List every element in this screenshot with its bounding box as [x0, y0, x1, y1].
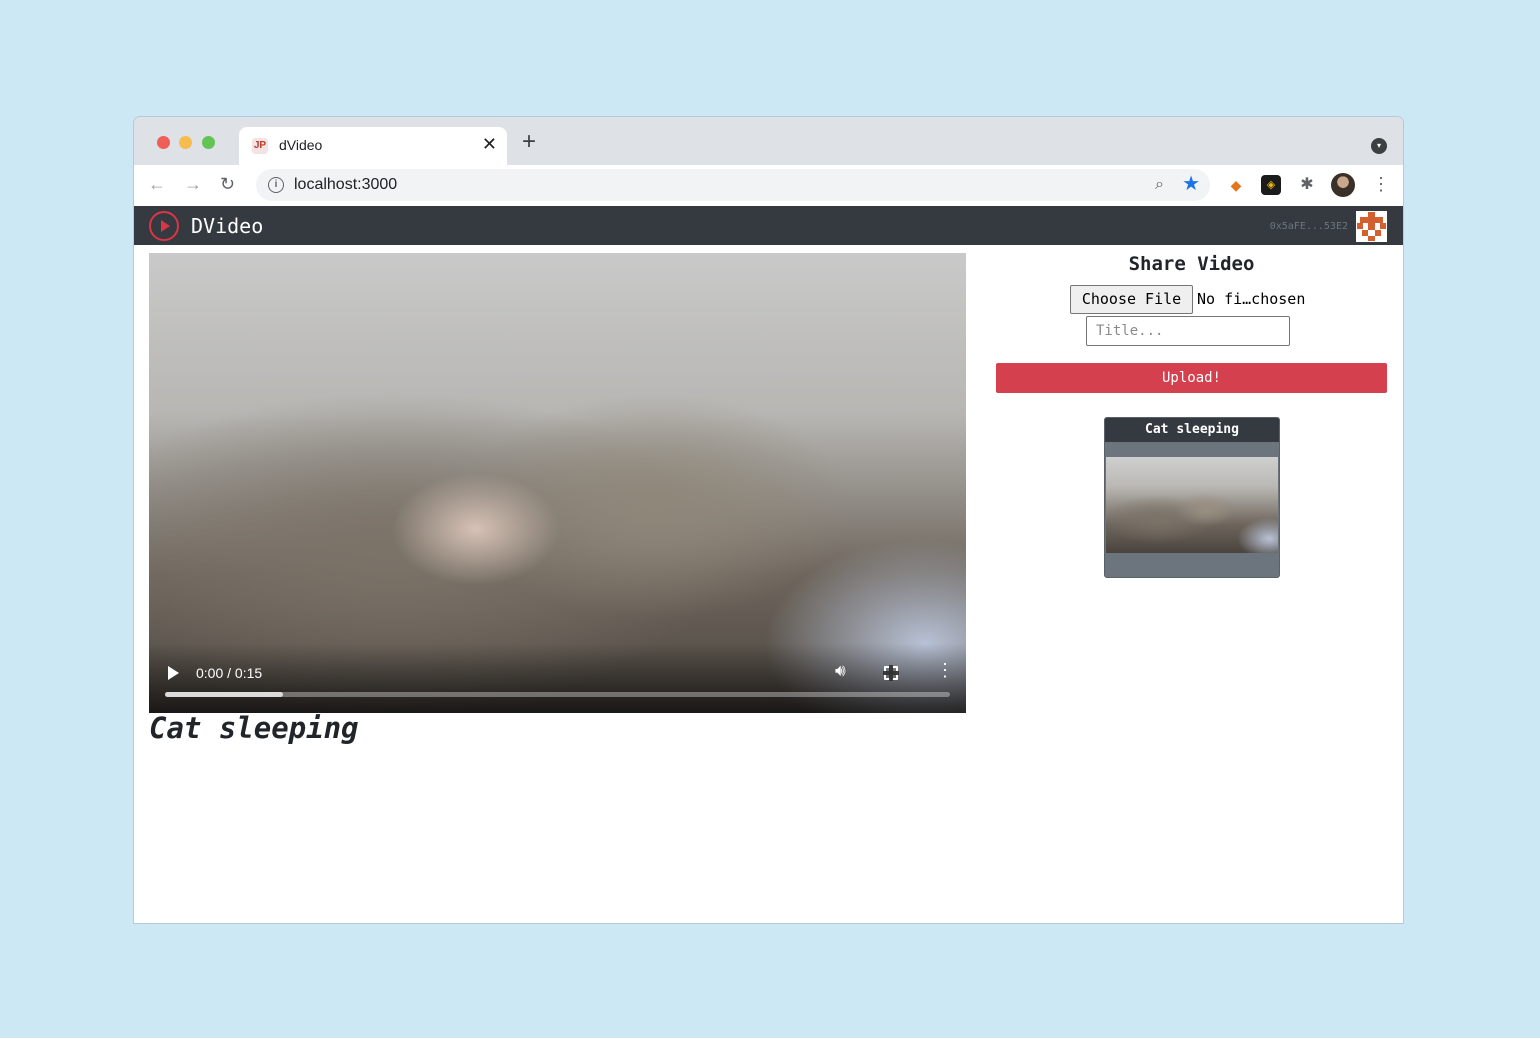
- app-navbar: DVideo 0x5aFE...53E2: [134, 206, 1403, 245]
- close-window-button[interactable]: [157, 136, 170, 149]
- play-logo-icon: [149, 211, 179, 241]
- url-text[interactable]: localhost:3000: [294, 176, 397, 194]
- title-input[interactable]: [1086, 316, 1290, 346]
- browser-toolbar: ← → ↻ i localhost:3000 ⌕ ★ ◆ ◈ ✱ ⋮: [134, 165, 1403, 206]
- brand-name[interactable]: DVideo: [191, 214, 263, 238]
- browser-menu-icon[interactable]: ⋮: [1372, 173, 1390, 195]
- no-file-chosen-text: No fi…chosen: [1197, 290, 1306, 308]
- more-options-icon[interactable]: ⋮: [936, 659, 954, 681]
- extension-box-icon[interactable]: ◈: [1261, 175, 1281, 195]
- address-bar[interactable]: i localhost:3000 ⌕ ★: [256, 169, 1210, 201]
- zoom-icon[interactable]: ⌕: [1155, 176, 1164, 194]
- volume-icon[interactable]: 🔊︎: [835, 661, 846, 681]
- new-tab-button[interactable]: +: [522, 130, 536, 154]
- video-controls: 0:00 / 0:15 🔊︎ ⋮: [149, 643, 966, 713]
- metamask-fox-icon[interactable]: ◆: [1226, 175, 1246, 195]
- back-arrow-icon[interactable]: ←: [148, 174, 166, 194]
- share-video-heading: Share Video: [1128, 253, 1255, 275]
- seek-bar[interactable]: [165, 692, 950, 697]
- play-icon[interactable]: [168, 666, 179, 680]
- time-display: 0:00 / 0:15: [196, 665, 263, 681]
- minimize-window-button[interactable]: [179, 136, 192, 149]
- profile-avatar-icon[interactable]: [1331, 173, 1355, 197]
- video-list-item-title[interactable]: Cat sleeping: [1105, 418, 1279, 442]
- video-thumbnail[interactable]: [1106, 457, 1278, 553]
- extensions-puzzle-icon[interactable]: ✱: [1297, 175, 1317, 195]
- upload-button[interactable]: Upload!: [996, 363, 1387, 393]
- identicon-avatar: [1356, 211, 1387, 242]
- fullscreen-icon[interactable]: [883, 665, 899, 681]
- video-player[interactable]: 0:00 / 0:15 🔊︎ ⋮: [149, 253, 966, 713]
- seek-bar-buffered: [165, 692, 283, 697]
- bookmark-star-icon[interactable]: ★: [1182, 174, 1200, 194]
- chevron-down-icon[interactable]: ▾: [1371, 138, 1387, 154]
- video-list-item[interactable]: Cat sleeping: [1104, 417, 1280, 578]
- reload-icon[interactable]: ↻: [220, 174, 235, 194]
- maximize-window-button[interactable]: [202, 136, 215, 149]
- site-info-icon[interactable]: i: [268, 177, 284, 193]
- tab-title: dVideo: [279, 137, 323, 153]
- browser-tab[interactable]: JP dVideo ✕: [239, 127, 507, 165]
- forward-arrow-icon[interactable]: →: [184, 174, 202, 194]
- tab-strip: JP dVideo ✕ + ▾: [134, 117, 1403, 165]
- browser-window: JP dVideo ✕ + ▾ ← → ↻ i localhost:3000 ⌕…: [134, 117, 1403, 923]
- choose-file-button[interactable]: Choose File: [1070, 285, 1193, 314]
- tab-close-icon[interactable]: ✕: [482, 134, 497, 154]
- favicon-icon: JP: [252, 138, 268, 154]
- account-address: 0x5aFE...53E2: [1269, 221, 1348, 232]
- current-video-title: Cat sleeping: [149, 711, 359, 745]
